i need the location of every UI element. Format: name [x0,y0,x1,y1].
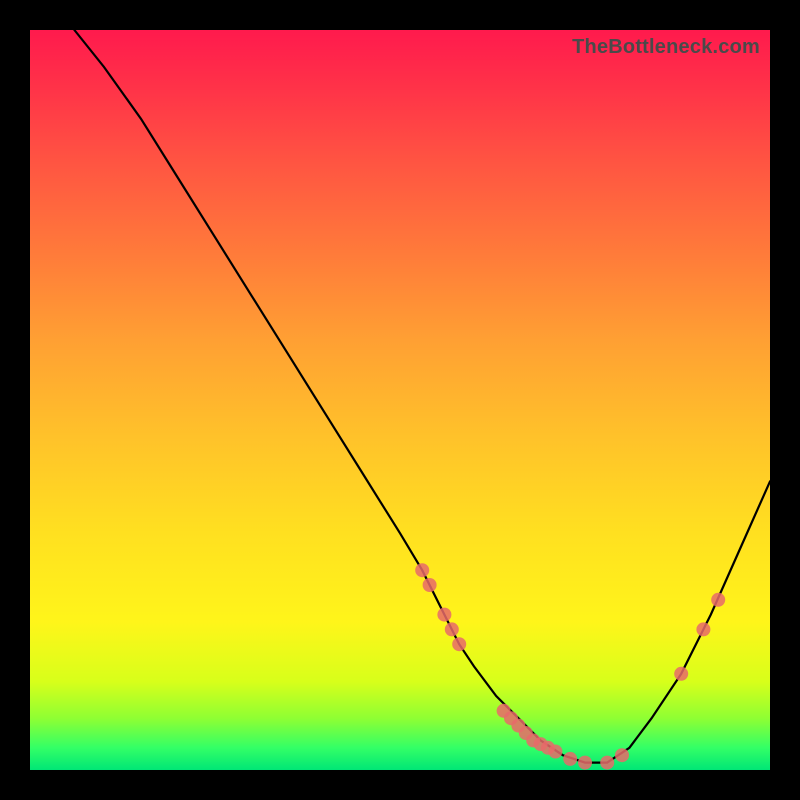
highlight-point [452,637,466,651]
highlight-point [563,752,577,766]
highlight-points-group [415,563,725,769]
highlight-point [548,745,562,759]
bottleneck-curve-path [74,30,770,763]
highlight-point [578,756,592,770]
highlight-point [615,748,629,762]
highlight-point [437,608,451,622]
highlight-point [423,578,437,592]
chart-frame: TheBottleneck.com [30,30,770,770]
highlight-point [445,622,459,636]
highlight-point [696,622,710,636]
highlight-point [600,756,614,770]
highlight-point [415,563,429,577]
highlight-point [711,593,725,607]
highlight-point [674,667,688,681]
bottleneck-chart [30,30,770,770]
